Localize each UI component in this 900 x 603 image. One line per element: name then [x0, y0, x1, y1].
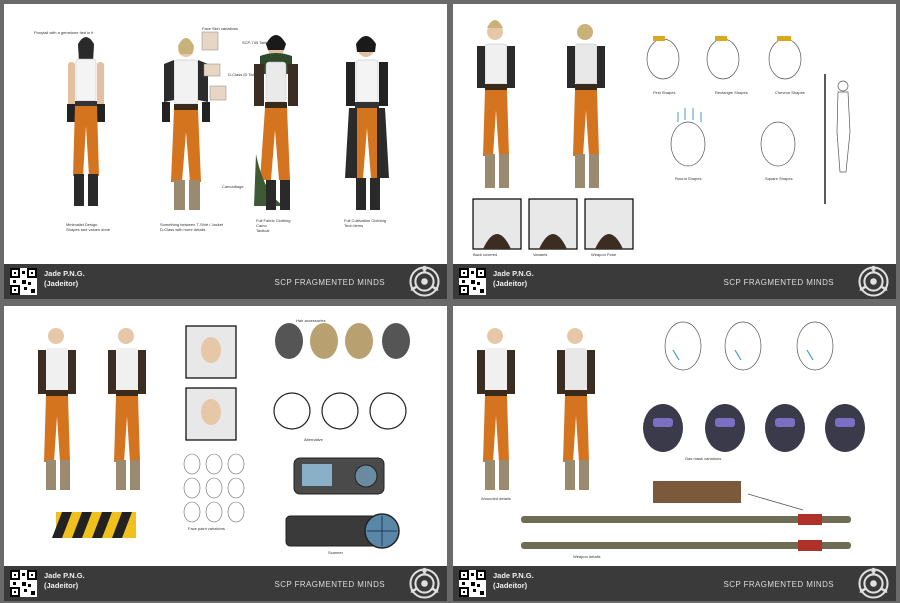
author-handle: (Jadeitor): [44, 279, 79, 288]
concept-sheet-4: Wounded details Gas mask variations Weap…: [453, 306, 896, 601]
author-name: Jade P.N.G.: [493, 269, 534, 278]
character-figure-jacket: [162, 31, 227, 210]
author-handle: (Jadeitor): [493, 581, 528, 590]
note: Camouflage: [222, 184, 244, 189]
character-figure-wounded: [477, 328, 515, 490]
author-handle: (Jadeitor): [44, 581, 79, 590]
concept-sheet-1: Ponytail with a gemstone tied in it Mini…: [4, 4, 447, 299]
author-block: Jade P.N.G. (Jadeitor): [493, 269, 534, 289]
author-name: Jade P.N.G.: [44, 269, 85, 278]
sheet-footer: Jade P.N.G. (Jadeitor) SCP FRAGMENTED MI…: [4, 264, 447, 299]
sheet-2-annotations: First Shapes Rectangle Shapes Chevron Sh…: [473, 90, 805, 257]
portrait-thumbnails: [185, 325, 237, 441]
face-sketches: [664, 321, 834, 371]
scanner-device: [285, 457, 400, 549]
note: D-Class ID Tattoo: [228, 72, 260, 77]
sheet-footer: Jade P.N.G. (Jadeitor) SCP FRAGMENTED MI…: [453, 264, 896, 299]
note: Face Skin variations: [202, 26, 238, 31]
note: SCP-745 Tattoo: [242, 40, 271, 45]
qr-code-icon: [459, 570, 486, 597]
sheet-footer: Jade P.N.G. (Jadeitor) SCP FRAGMENTED MI…: [4, 566, 447, 601]
note: Shapes and values done: [66, 227, 111, 232]
character-figure-minimalist: [67, 37, 105, 206]
author-handle: (Jadeitor): [493, 279, 528, 288]
sheet-2-artwork: First Shapes Rectangle Shapes Chevron Sh…: [472, 20, 851, 257]
note: Wounded details: [481, 496, 511, 501]
character-figure-face-paint: [38, 328, 76, 490]
weapon-pose-figure: [824, 74, 851, 204]
note: Face paint variations: [188, 526, 225, 531]
note: First Shapes: [653, 90, 675, 95]
author-name: Jade P.N.G.: [44, 571, 85, 580]
note: Ponytail with a gemstone tied in it: [34, 30, 94, 35]
note: Tech items: [344, 223, 363, 228]
author-block: Jade P.N.G. (Jadeitor): [493, 571, 534, 591]
note: Hair accessories: [296, 318, 326, 323]
caution-stripe-panel: [52, 512, 136, 538]
note: D-Class with more details: [160, 227, 205, 232]
character-figure-tactical: [345, 36, 389, 210]
sheet-4-artwork: Wounded details Gas mask variations Weap…: [477, 321, 865, 559]
face-paint-grid: [183, 453, 245, 523]
headband-designs: [273, 392, 407, 430]
character-figure-alternate: [108, 328, 146, 490]
scp-foundation-logo-icon: [858, 567, 889, 599]
note: Rectangle Shapes: [715, 90, 748, 95]
weapon-staffs: [521, 481, 851, 551]
sheet-1-artwork: Ponytail with a gemstone tied in it Mini…: [34, 26, 389, 233]
author-block: Jade P.N.G. (Jadeitor): [44, 571, 85, 591]
note: Back covered: [473, 252, 497, 257]
project-title: SCP FRAGMENTED MINDS: [723, 580, 834, 589]
character-figure-front-view: [477, 20, 515, 188]
note: Gas mask variations: [685, 456, 721, 461]
note: Round Shapes: [675, 176, 701, 181]
note: Variants: [533, 252, 547, 257]
note: Scanner: [328, 550, 344, 555]
note: Alternative: [304, 437, 324, 442]
character-figure-armored: [557, 328, 595, 490]
note: Chevron Shapes: [775, 90, 805, 95]
face-sketch-grid: [646, 36, 802, 167]
note: Weapon Pose: [591, 252, 617, 257]
concept-sheet-3: Hair accessories Face paint variations A…: [4, 306, 447, 601]
author-block: Jade P.N.G. (Jadeitor): [44, 269, 85, 289]
hair-accessory-sketches: [275, 323, 410, 359]
note: Weapon details: [573, 554, 601, 559]
scp-foundation-logo-icon: [409, 567, 440, 599]
scp-foundation-logo-icon: [409, 265, 440, 297]
gas-mask-portraits: [643, 404, 865, 452]
character-figure-camouflage: [254, 35, 298, 210]
project-title: SCP FRAGMENTED MINDS: [274, 278, 385, 287]
project-title: SCP FRAGMENTED MINDS: [274, 580, 385, 589]
note: Tactical: [256, 228, 269, 233]
sheet-3-artwork: Hair accessories Face paint variations A…: [38, 318, 410, 555]
qr-code-icon: [10, 268, 37, 295]
character-figure-back-view: [567, 24, 605, 188]
qr-code-icon: [10, 570, 37, 597]
concept-sheet-2: First Shapes Rectangle Shapes Chevron Sh…: [453, 4, 896, 299]
project-title: SCP FRAGMENTED MINDS: [723, 278, 834, 287]
variant-thumbnails: [472, 198, 634, 250]
scp-foundation-logo-icon: [858, 265, 889, 297]
sheet-footer: Jade P.N.G. (Jadeitor) SCP FRAGMENTED MI…: [453, 566, 896, 601]
author-name: Jade P.N.G.: [493, 571, 534, 580]
qr-code-icon: [459, 268, 486, 295]
note: Square Shapes: [765, 176, 793, 181]
